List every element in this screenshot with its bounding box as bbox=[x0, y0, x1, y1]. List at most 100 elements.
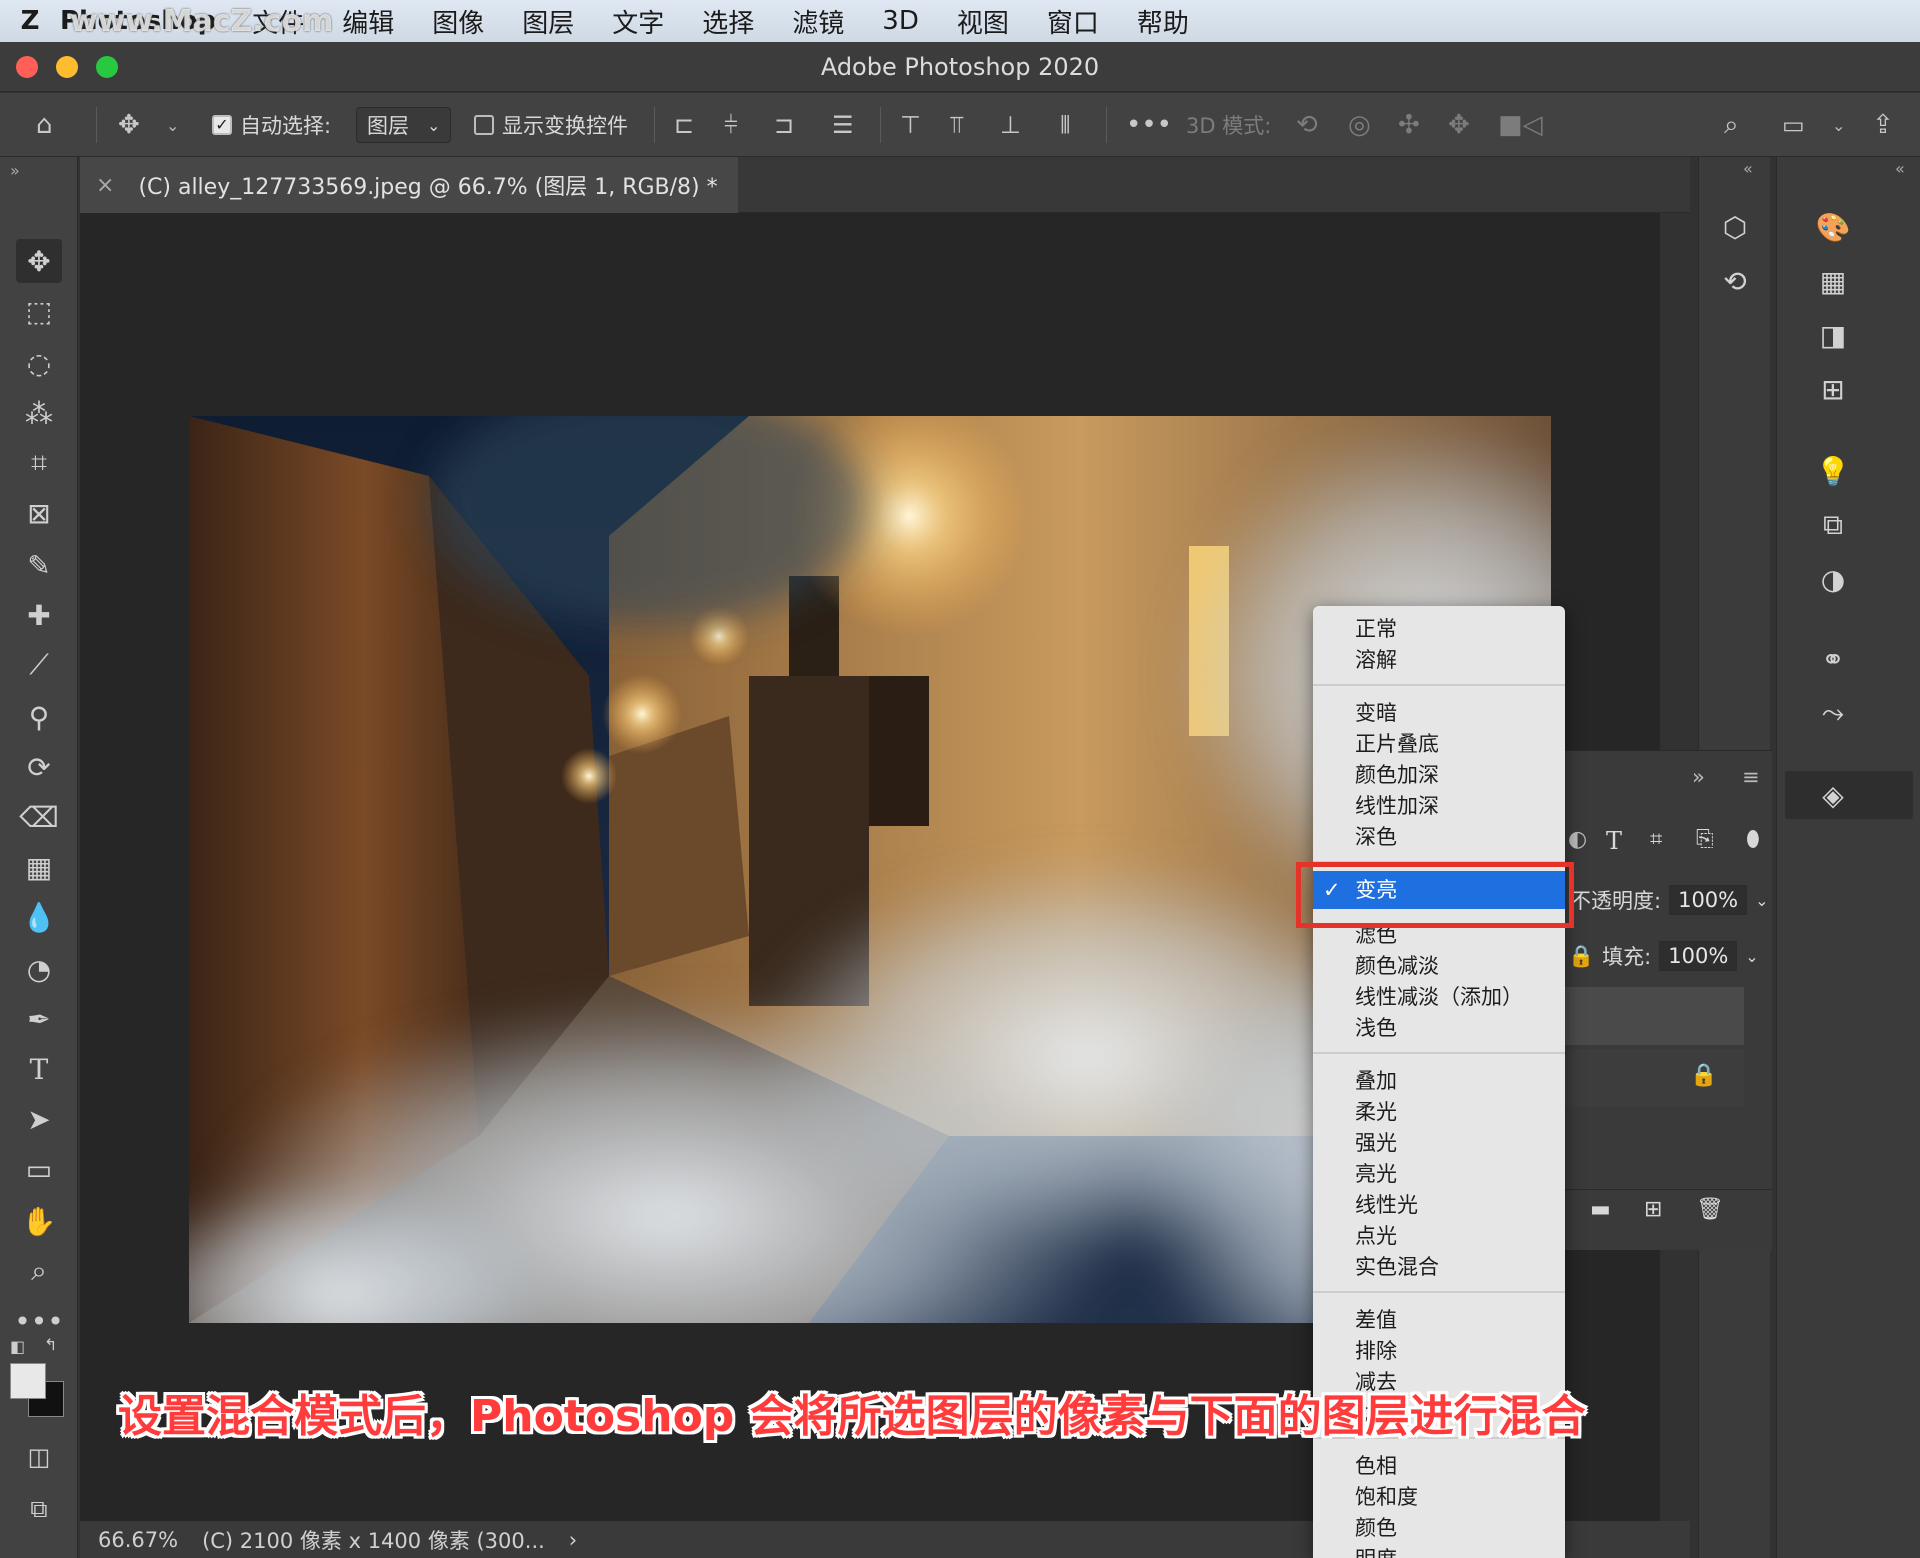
blend-mode-item[interactable]: 线性光 bbox=[1355, 1190, 1418, 1220]
collapse-tools-icon[interactable]: » bbox=[10, 161, 20, 180]
blend-mode-item[interactable]: 正片叠底 bbox=[1355, 729, 1439, 759]
opacity-input[interactable]: 100% bbox=[1669, 885, 1748, 915]
blend-mode-item[interactable]: 线性减淡（添加） bbox=[1355, 982, 1523, 1012]
move-tool-icon[interactable]: ✥ bbox=[118, 93, 140, 157]
path-select-tool-icon[interactable]: ➤ bbox=[16, 1097, 62, 1141]
menu-layer[interactable]: 图层 bbox=[522, 3, 574, 40]
blur-tool-icon[interactable]: 💧 bbox=[16, 895, 62, 939]
collapse-panels-icon[interactable]: « bbox=[1895, 159, 1905, 178]
paths-panel-icon[interactable]: ⤳ bbox=[1811, 691, 1855, 735]
menu-type[interactable]: 文字 bbox=[612, 3, 664, 40]
blend-mode-item[interactable]: 点光 bbox=[1355, 1221, 1397, 1251]
blend-mode-item[interactable]: 明度 bbox=[1355, 1544, 1397, 1558]
frame-tool-icon[interactable]: ⊠ bbox=[16, 491, 62, 535]
pen-tool-icon[interactable]: ✒ bbox=[16, 997, 62, 1041]
opacity-chevron-icon[interactable]: ⌄ bbox=[1755, 891, 1768, 910]
blend-mode-item[interactable]: 亮光 bbox=[1355, 1159, 1397, 1189]
filter-smart-object-icon[interactable]: ⎘ bbox=[1696, 827, 1714, 852]
tool-preset-chevron-icon[interactable]: ⌄ bbox=[166, 93, 179, 157]
status-chevron-icon[interactable]: › bbox=[569, 1528, 577, 1552]
layers-panel-tab[interactable]: ◈ bbox=[1785, 771, 1913, 819]
default-colors-icon[interactable]: ◧ bbox=[10, 1337, 25, 1356]
blend-mode-item[interactable]: 浅色 bbox=[1355, 1013, 1397, 1043]
document-tab[interactable]: × (C) alley_127733569.jpeg @ 66.7% (图层 1… bbox=[80, 157, 738, 213]
type-tool-icon[interactable]: T bbox=[16, 1047, 62, 1091]
menu-view[interactable]: 视图 bbox=[957, 3, 1009, 40]
auto-select-target-dropdown[interactable]: 图层 ⌄ bbox=[356, 107, 452, 143]
blend-mode-item[interactable]: 线性加深 bbox=[1355, 791, 1439, 821]
zoom-level[interactable]: 66.67% bbox=[98, 1528, 178, 1552]
minimize-window-button[interactable] bbox=[56, 56, 78, 78]
eyedropper-tool-icon[interactable]: ✎ bbox=[16, 543, 62, 587]
gradient-tool-icon[interactable]: ▦ bbox=[16, 845, 62, 889]
history-panel-icon[interactable]: ⟲ bbox=[1713, 259, 1757, 303]
blend-mode-item[interactable]: 强光 bbox=[1355, 1128, 1397, 1158]
blend-mode-item[interactable]: 实色混合 bbox=[1355, 1252, 1439, 1282]
blend-mode-item[interactable]: 柔光 bbox=[1355, 1097, 1397, 1127]
close-window-button[interactable] bbox=[16, 56, 38, 78]
align-center-h-icon[interactable]: ⫩ bbox=[724, 93, 738, 157]
layer-row-background[interactable]: 🔒 bbox=[1560, 1049, 1744, 1107]
menu-window[interactable]: 窗口 bbox=[1047, 3, 1099, 40]
quick-select-tool-icon[interactable]: ⁂ bbox=[16, 391, 62, 435]
align-middle-v-icon[interactable]: ⫪ bbox=[950, 93, 964, 157]
menu-image[interactable]: 图像 bbox=[432, 3, 484, 40]
lasso-tool-icon[interactable]: ◌ bbox=[16, 341, 62, 385]
panel-menu-icon[interactable]: ≡ bbox=[1742, 765, 1760, 789]
gradients-panel-icon[interactable]: ◨ bbox=[1811, 313, 1855, 357]
search-icon[interactable]: ⌕ bbox=[1724, 93, 1739, 157]
menu-filter[interactable]: 滤镜 bbox=[792, 3, 844, 40]
menu-help[interactable]: 帮助 bbox=[1137, 3, 1189, 40]
quick-mask-icon[interactable]: ◫ bbox=[16, 1435, 62, 1479]
history-brush-tool-icon[interactable]: ⟳ bbox=[16, 745, 62, 789]
dodge-tool-icon[interactable]: ◔ bbox=[16, 947, 62, 991]
screen-mode-icon[interactable]: ⧉ bbox=[16, 1487, 62, 1531]
distribute-h-icon[interactable]: ☰ bbox=[832, 93, 854, 157]
delete-layer-icon[interactable]: 🗑 bbox=[1696, 1197, 1724, 1222]
auto-select-checkbox[interactable]: ✓ 自动选择: bbox=[212, 93, 331, 157]
align-left-icon[interactable]: ⊏ bbox=[674, 93, 694, 157]
fill-chevron-icon[interactable]: ⌄ bbox=[1745, 947, 1758, 966]
fill-input[interactable]: 100% bbox=[1659, 941, 1738, 971]
align-top-icon[interactable]: ⊤ bbox=[900, 93, 921, 157]
eraser-tool-icon[interactable]: ⌫ bbox=[16, 795, 62, 839]
more-options-icon[interactable]: ••• bbox=[1126, 93, 1172, 157]
new-group-icon[interactable]: ▬ bbox=[1590, 1197, 1611, 1222]
blend-mode-item[interactable]: 颜色 bbox=[1355, 1513, 1397, 1543]
blend-mode-item[interactable]: 色相 bbox=[1355, 1451, 1397, 1481]
foreground-color-swatch[interactable] bbox=[10, 1363, 46, 1399]
blend-mode-item[interactable]: 颜色加深 bbox=[1355, 760, 1439, 790]
healing-brush-tool-icon[interactable]: ✚ bbox=[16, 593, 62, 637]
show-transform-checkbox[interactable]: 显示变换控件 bbox=[474, 93, 628, 157]
patterns-panel-icon[interactable]: ⊞ bbox=[1811, 367, 1855, 411]
workspace-chevron-icon[interactable]: ⌄ bbox=[1832, 93, 1845, 157]
blend-mode-item[interactable]: 溶解 bbox=[1355, 645, 1397, 675]
blend-mode-item[interactable]: 变暗 bbox=[1355, 698, 1397, 728]
blend-mode-item[interactable]: 叠加 bbox=[1355, 1066, 1397, 1096]
move-tool-icon[interactable]: ✥ bbox=[16, 239, 62, 283]
close-tab-icon[interactable]: × bbox=[96, 173, 114, 198]
crop-tool-icon[interactable]: ⌗ bbox=[16, 441, 62, 485]
filter-type-icon[interactable]: T bbox=[1606, 827, 1622, 855]
rectangle-tool-icon[interactable]: ▭ bbox=[16, 1147, 62, 1191]
align-right-icon[interactable]: ⊐ bbox=[774, 93, 794, 157]
menu-edit[interactable]: 编辑 bbox=[342, 3, 394, 40]
swatches-panel-icon[interactable]: ▦ bbox=[1811, 259, 1855, 303]
libraries-panel-icon[interactable]: ⬡ bbox=[1713, 205, 1757, 249]
home-icon[interactable]: ⌂ bbox=[36, 93, 53, 157]
adjustments-panel-icon[interactable]: ◑ bbox=[1811, 557, 1855, 601]
new-layer-icon[interactable]: ⊞ bbox=[1644, 1197, 1662, 1222]
hand-tool-icon[interactable]: ✋ bbox=[16, 1199, 62, 1243]
blend-mode-item[interactable]: 正常 bbox=[1355, 614, 1397, 644]
zoom-window-button[interactable] bbox=[96, 56, 118, 78]
brush-tool-icon[interactable]: ⟋ bbox=[16, 643, 62, 687]
blend-mode-item[interactable]: 颜色减淡 bbox=[1355, 951, 1439, 981]
blend-mode-item[interactable]: 排除 bbox=[1355, 1336, 1397, 1366]
panel-expand-icon[interactable]: » bbox=[1692, 765, 1705, 789]
filter-shape-icon[interactable]: ◐ bbox=[1568, 827, 1587, 852]
blend-mode-item[interactable]: 深色 bbox=[1355, 822, 1397, 852]
blend-mode-item[interactable]: 饱和度 bbox=[1355, 1482, 1418, 1512]
libraries-icon[interactable]: ⧉ bbox=[1811, 503, 1855, 547]
color-panel-icon[interactable]: 🎨 bbox=[1811, 205, 1855, 249]
lock-all-icon[interactable]: 🔒 bbox=[1568, 944, 1594, 969]
